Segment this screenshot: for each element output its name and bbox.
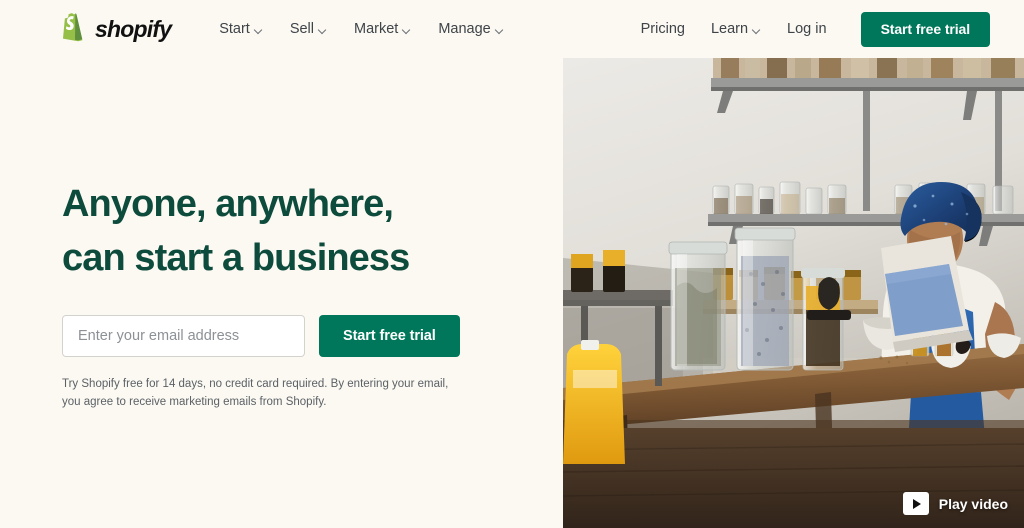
- shopify-logo[interactable]: shopify: [62, 12, 172, 47]
- play-video-label: Play video: [938, 495, 1008, 512]
- shopify-bag-icon: [62, 12, 88, 47]
- play-triangle-icon: [902, 492, 929, 515]
- email-input[interactable]: [62, 314, 305, 357]
- nav-item-market-label: Market: [354, 20, 399, 37]
- chevron-down-icon: [403, 27, 411, 35]
- signup-disclaimer: Try Shopify free for 14 days, no credit …: [62, 377, 449, 408]
- hero-photo-illustration: [563, 58, 1024, 528]
- signup-form: Start free trial: [62, 314, 532, 357]
- play-video-button[interactable]: Play video: [902, 492, 1008, 515]
- shopify-wordmark: shopify: [95, 15, 172, 42]
- nav-item-sell-label: Sell: [289, 20, 314, 37]
- nav-item-pricing-label: Pricing: [640, 20, 685, 37]
- nav-item-start[interactable]: Start: [219, 22, 263, 37]
- hero-start-free-trial-button[interactable]: Start free trial: [319, 314, 460, 357]
- chevron-down-icon: [753, 27, 761, 35]
- chevron-down-icon: [255, 27, 263, 35]
- nav-item-market[interactable]: Market: [354, 22, 411, 37]
- nav-item-start-label: Start: [219, 20, 250, 37]
- nav-item-login[interactable]: Log in: [787, 22, 827, 37]
- nav-item-manage[interactable]: Manage: [438, 22, 503, 37]
- nav-item-pricing[interactable]: Pricing: [641, 22, 685, 37]
- headline-line-1: Anyone, anywhere,: [62, 183, 394, 225]
- headline-line-2: can start a business: [62, 236, 410, 279]
- primary-nav: Start Sell Market Manage: [219, 22, 504, 37]
- nav-item-learn[interactable]: Learn: [711, 22, 761, 37]
- header-start-free-trial-button[interactable]: Start free trial: [860, 11, 990, 47]
- nav-item-login-label: Log in: [787, 20, 827, 37]
- chevron-down-icon: [319, 27, 327, 35]
- page-title: Anyone, anywhere, can start a business: [62, 178, 532, 286]
- nav-item-manage-label: Manage: [438, 20, 491, 37]
- secondary-nav: Pricing Learn Log in Start free trial: [641, 11, 990, 47]
- nav-item-learn-label: Learn: [710, 20, 749, 37]
- site-header: shopify Start Sell Market Manage Pricing…: [0, 0, 1024, 58]
- hero-content: Anyone, anywhere, can start a business S…: [62, 178, 532, 412]
- chevron-down-icon: [496, 27, 504, 35]
- nav-item-sell[interactable]: Sell: [290, 22, 327, 37]
- hero-image: Play video: [563, 58, 1024, 528]
